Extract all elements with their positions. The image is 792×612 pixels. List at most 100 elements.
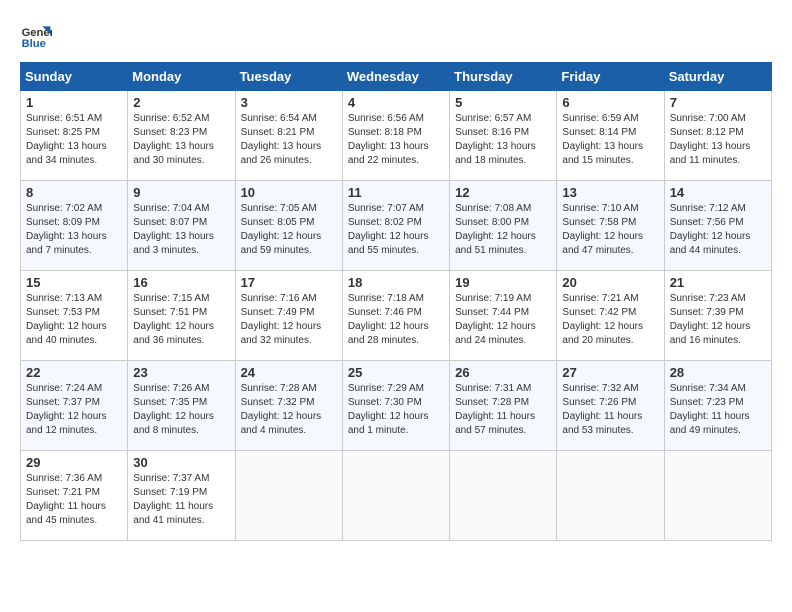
day-number: 9 xyxy=(133,185,229,200)
calendar-cell: 12 Sunrise: 7:08 AM Sunset: 8:00 PM Dayli… xyxy=(450,181,557,271)
day-number: 8 xyxy=(26,185,122,200)
calendar-cell: 5 Sunrise: 6:57 AM Sunset: 8:16 PM Daylig… xyxy=(450,91,557,181)
day-content: Sunrise: 7:28 AM Sunset: 7:32 PM Dayligh… xyxy=(241,382,337,438)
calendar-cell: 23 Sunrise: 7:26 AM Sunset: 7:35 PM Dayli… xyxy=(128,361,235,451)
day-number: 13 xyxy=(562,185,658,200)
day-content: Sunrise: 7:23 AM Sunset: 7:39 PM Dayligh… xyxy=(670,292,766,348)
calendar-cell: 15Sunrise: 7:13 AM Sunset: 7:53 PM Dayli… xyxy=(21,271,128,361)
calendar-cell: 26 Sunrise: 7:31 AM Sunset: 7:28 PM Dayli… xyxy=(450,361,557,451)
calendar-cell: 30 Sunrise: 7:37 AM Sunset: 7:19 PM Dayli… xyxy=(128,451,235,541)
calendar-week-row: 15Sunrise: 7:13 AM Sunset: 7:53 PM Dayli… xyxy=(21,271,772,361)
logo: General Blue xyxy=(20,20,56,52)
day-content: Sunrise: 7:15 AM Sunset: 7:51 PM Dayligh… xyxy=(133,292,229,348)
calendar-week-row: 22 Sunrise: 7:24 AM Sunset: 7:37 PM Dayli… xyxy=(21,361,772,451)
day-content: Sunrise: 7:13 AM Sunset: 7:53 PM Dayligh… xyxy=(26,292,122,348)
weekday-header: Monday xyxy=(128,63,235,91)
calendar-cell: 14 Sunrise: 7:12 AM Sunset: 7:56 PM Dayli… xyxy=(664,181,771,271)
svg-text:Blue: Blue xyxy=(22,38,46,50)
day-number: 20 xyxy=(562,275,658,290)
calendar-cell: 20 Sunrise: 7:21 AM Sunset: 7:42 PM Dayli… xyxy=(557,271,664,361)
day-number: 7 xyxy=(670,95,766,110)
weekday-header: Thursday xyxy=(450,63,557,91)
day-number: 18 xyxy=(348,275,444,290)
day-number: 29 xyxy=(26,455,122,470)
day-number: 10 xyxy=(241,185,337,200)
calendar-cell: 4 Sunrise: 6:56 AM Sunset: 8:18 PM Daylig… xyxy=(342,91,449,181)
day-content: Sunrise: 6:59 AM Sunset: 8:14 PM Dayligh… xyxy=(562,112,658,168)
day-number: 4 xyxy=(348,95,444,110)
calendar-cell xyxy=(342,451,449,541)
calendar-cell xyxy=(664,451,771,541)
day-content: Sunrise: 7:08 AM Sunset: 8:00 PM Dayligh… xyxy=(455,202,551,258)
day-number: 5 xyxy=(455,95,551,110)
day-number: 28 xyxy=(670,365,766,380)
day-content: Sunrise: 7:00 AM Sunset: 8:12 PM Dayligh… xyxy=(670,112,766,168)
weekday-header: Friday xyxy=(557,63,664,91)
day-content: Sunrise: 7:21 AM Sunset: 7:42 PM Dayligh… xyxy=(562,292,658,348)
day-number: 26 xyxy=(455,365,551,380)
weekday-header: Wednesday xyxy=(342,63,449,91)
calendar-cell: 8 Sunrise: 7:02 AM Sunset: 8:09 PM Daylig… xyxy=(21,181,128,271)
calendar-cell: 10 Sunrise: 7:05 AM Sunset: 8:05 PM Dayli… xyxy=(235,181,342,271)
calendar-cell: 2 Sunrise: 6:52 AM Sunset: 8:23 PM Daylig… xyxy=(128,91,235,181)
calendar-header-row: SundayMondayTuesdayWednesdayThursdayFrid… xyxy=(21,63,772,91)
calendar-cell xyxy=(450,451,557,541)
day-content: Sunrise: 7:07 AM Sunset: 8:02 PM Dayligh… xyxy=(348,202,444,258)
logo-icon: General Blue xyxy=(20,20,52,52)
day-number: 6 xyxy=(562,95,658,110)
calendar-cell xyxy=(235,451,342,541)
calendar-cell: 29 Sunrise: 7:36 AM Sunset: 7:21 PM Dayli… xyxy=(21,451,128,541)
calendar-week-row: 29 Sunrise: 7:36 AM Sunset: 7:21 PM Dayli… xyxy=(21,451,772,541)
day-content: Sunrise: 7:19 AM Sunset: 7:44 PM Dayligh… xyxy=(455,292,551,348)
calendar-cell: 7 Sunrise: 7:00 AM Sunset: 8:12 PM Daylig… xyxy=(664,91,771,181)
day-number: 21 xyxy=(670,275,766,290)
day-number: 23 xyxy=(133,365,229,380)
day-content: Sunrise: 7:32 AM Sunset: 7:26 PM Dayligh… xyxy=(562,382,658,438)
calendar-cell: 17Sunrise: 7:16 AM Sunset: 7:49 PM Dayli… xyxy=(235,271,342,361)
day-content: Sunrise: 6:57 AM Sunset: 8:16 PM Dayligh… xyxy=(455,112,551,168)
weekday-header: Saturday xyxy=(664,63,771,91)
day-content: Sunrise: 7:29 AM Sunset: 7:30 PM Dayligh… xyxy=(348,382,444,438)
day-content: Sunrise: 7:02 AM Sunset: 8:09 PM Dayligh… xyxy=(26,202,122,258)
day-number: 14 xyxy=(670,185,766,200)
day-number: 27 xyxy=(562,365,658,380)
day-content: Sunrise: 7:05 AM Sunset: 8:05 PM Dayligh… xyxy=(241,202,337,258)
day-content: Sunrise: 6:54 AM Sunset: 8:21 PM Dayligh… xyxy=(241,112,337,168)
day-number: 1 xyxy=(26,95,122,110)
calendar-cell: 27 Sunrise: 7:32 AM Sunset: 7:26 PM Dayli… xyxy=(557,361,664,451)
calendar-cell: 16 Sunrise: 7:15 AM Sunset: 7:51 PM Dayli… xyxy=(128,271,235,361)
day-content: Sunrise: 6:51 AM Sunset: 8:25 PM Dayligh… xyxy=(26,112,122,168)
day-number: 3 xyxy=(241,95,337,110)
day-number: 12 xyxy=(455,185,551,200)
calendar-cell: 11 Sunrise: 7:07 AM Sunset: 8:02 PM Dayli… xyxy=(342,181,449,271)
calendar-cell: 19 Sunrise: 7:19 AM Sunset: 7:44 PM Dayli… xyxy=(450,271,557,361)
day-number: 11 xyxy=(348,185,444,200)
calendar-week-row: 8 Sunrise: 7:02 AM Sunset: 8:09 PM Daylig… xyxy=(21,181,772,271)
day-content: Sunrise: 6:52 AM Sunset: 8:23 PM Dayligh… xyxy=(133,112,229,168)
calendar-table: SundayMondayTuesdayWednesdayThursdayFrid… xyxy=(20,62,772,541)
day-content: Sunrise: 7:24 AM Sunset: 7:37 PM Dayligh… xyxy=(26,382,122,438)
day-number: 19 xyxy=(455,275,551,290)
calendar-cell: 9 Sunrise: 7:04 AM Sunset: 8:07 PM Daylig… xyxy=(128,181,235,271)
day-content: Sunrise: 7:12 AM Sunset: 7:56 PM Dayligh… xyxy=(670,202,766,258)
calendar-cell: 21 Sunrise: 7:23 AM Sunset: 7:39 PM Dayli… xyxy=(664,271,771,361)
day-content: Sunrise: 7:37 AM Sunset: 7:19 PM Dayligh… xyxy=(133,472,229,528)
day-content: Sunrise: 7:31 AM Sunset: 7:28 PM Dayligh… xyxy=(455,382,551,438)
day-content: Sunrise: 7:36 AM Sunset: 7:21 PM Dayligh… xyxy=(26,472,122,528)
day-content: Sunrise: 7:26 AM Sunset: 7:35 PM Dayligh… xyxy=(133,382,229,438)
calendar-cell: 25Sunrise: 7:29 AM Sunset: 7:30 PM Dayli… xyxy=(342,361,449,451)
day-content: Sunrise: 7:04 AM Sunset: 8:07 PM Dayligh… xyxy=(133,202,229,258)
day-number: 30 xyxy=(133,455,229,470)
day-content: Sunrise: 7:34 AM Sunset: 7:23 PM Dayligh… xyxy=(670,382,766,438)
weekday-header: Sunday xyxy=(21,63,128,91)
calendar-cell: 28 Sunrise: 7:34 AM Sunset: 7:23 PM Dayli… xyxy=(664,361,771,451)
day-content: Sunrise: 6:56 AM Sunset: 8:18 PM Dayligh… xyxy=(348,112,444,168)
day-content: Sunrise: 7:18 AM Sunset: 7:46 PM Dayligh… xyxy=(348,292,444,348)
calendar-cell: 24Sunrise: 7:28 AM Sunset: 7:32 PM Dayli… xyxy=(235,361,342,451)
day-number: 2 xyxy=(133,95,229,110)
calendar-week-row: 1 Sunrise: 6:51 AM Sunset: 8:25 PM Daylig… xyxy=(21,91,772,181)
weekday-header: Tuesday xyxy=(235,63,342,91)
calendar-cell: 18 Sunrise: 7:18 AM Sunset: 7:46 PM Dayli… xyxy=(342,271,449,361)
day-number: 16 xyxy=(133,275,229,290)
day-number: 22 xyxy=(26,365,122,380)
